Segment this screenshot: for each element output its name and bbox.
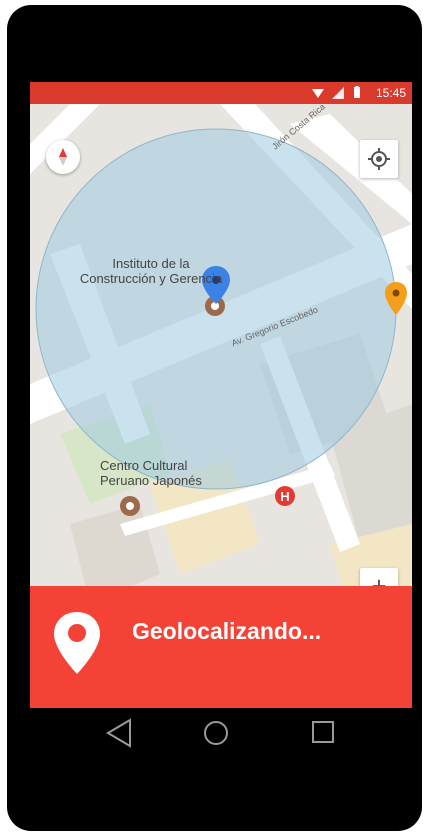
compass-icon bbox=[59, 148, 67, 166]
back-icon[interactable] bbox=[106, 718, 131, 748]
crosshair-icon bbox=[368, 148, 390, 170]
my-location-button[interactable] bbox=[360, 140, 398, 178]
map-canvas: H bbox=[30, 104, 412, 610]
status-bar: 15:45 bbox=[30, 82, 412, 104]
nav-buttons bbox=[106, 718, 334, 748]
navigation-bar bbox=[30, 708, 412, 758]
recents-icon[interactable] bbox=[312, 721, 334, 743]
geolocating-message: Geolocalizando... bbox=[132, 618, 322, 644]
signal-icon bbox=[332, 86, 344, 99]
battery-icon bbox=[354, 86, 360, 98]
app-screen: 15:45 H Instituto de la Construcción y G… bbox=[30, 82, 412, 708]
home-icon[interactable] bbox=[204, 721, 228, 745]
location-pin-icon bbox=[54, 612, 100, 674]
svg-text:H: H bbox=[280, 489, 289, 504]
cultural-center-label: Centro Cultural Peruano Japonés bbox=[100, 458, 202, 488]
geolocating-banner: Geolocalizando... bbox=[30, 586, 412, 708]
wifi-icon bbox=[312, 88, 324, 98]
status-icons bbox=[312, 86, 362, 99]
status-time: 15:45 bbox=[375, 86, 406, 100]
map-view[interactable]: H Instituto de la Construcción y Gerenci… bbox=[30, 102, 412, 610]
compass-button[interactable] bbox=[46, 140, 80, 174]
institute-label: Instituto de la Construcción y Gerencia bbox=[79, 256, 223, 286]
